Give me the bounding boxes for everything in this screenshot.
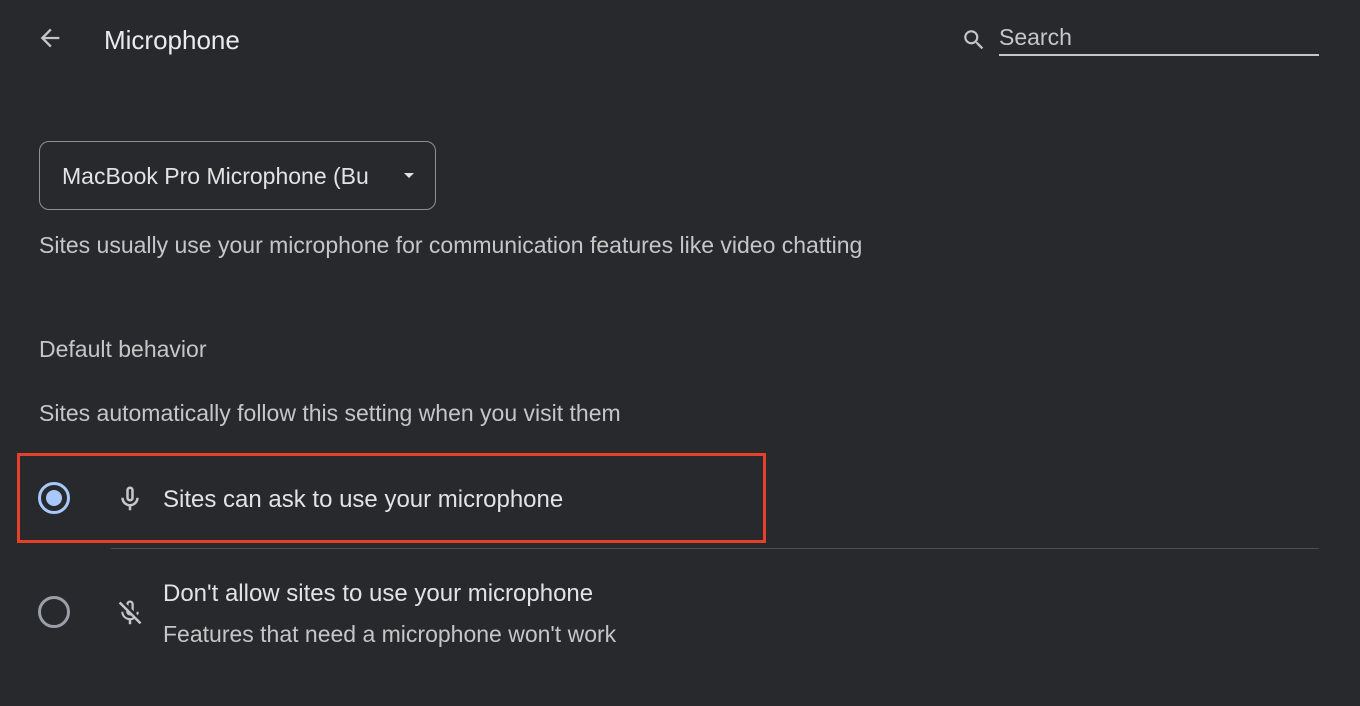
arrow-left-icon: [36, 24, 64, 57]
chevron-down-icon: [404, 173, 414, 178]
microphone-description: Sites usually use your microphone for co…: [39, 232, 863, 258]
option-label: Don't allow sites to use your microphone: [163, 580, 594, 607]
page-title: Microphone: [104, 25, 240, 55]
device-select-value: MacBook Pro Microphone (Bu: [62, 163, 369, 189]
radio-dont-allow[interactable]: [38, 596, 70, 628]
microphone-icon: [113, 482, 147, 516]
option-dont-allow[interactable]: Don't allow sites to use your microphone…: [17, 552, 1319, 652]
search-icon[interactable]: [960, 26, 988, 54]
default-behavior-subtitle: Sites automatically follow this setting …: [39, 400, 621, 426]
microphone-device-select[interactable]: MacBook Pro Microphone (Bu: [39, 141, 436, 210]
microphone-off-icon: [113, 596, 147, 630]
option-sublabel: Features that need a microphone won't wo…: [163, 621, 617, 647]
back-button[interactable]: [30, 22, 70, 58]
option-label: Sites can ask to use your microphone: [163, 486, 564, 513]
settings-page: Microphone MacBook Pro Microphone (Bu Si…: [0, 0, 1360, 706]
divider: [111, 548, 1319, 549]
radio-sites-can-ask[interactable]: [38, 482, 70, 514]
option-sites-can-ask[interactable]: Sites can ask to use your microphone: [17, 453, 1319, 543]
search-input[interactable]: [999, 20, 1319, 56]
default-behavior-heading: Default behavior: [39, 336, 207, 362]
